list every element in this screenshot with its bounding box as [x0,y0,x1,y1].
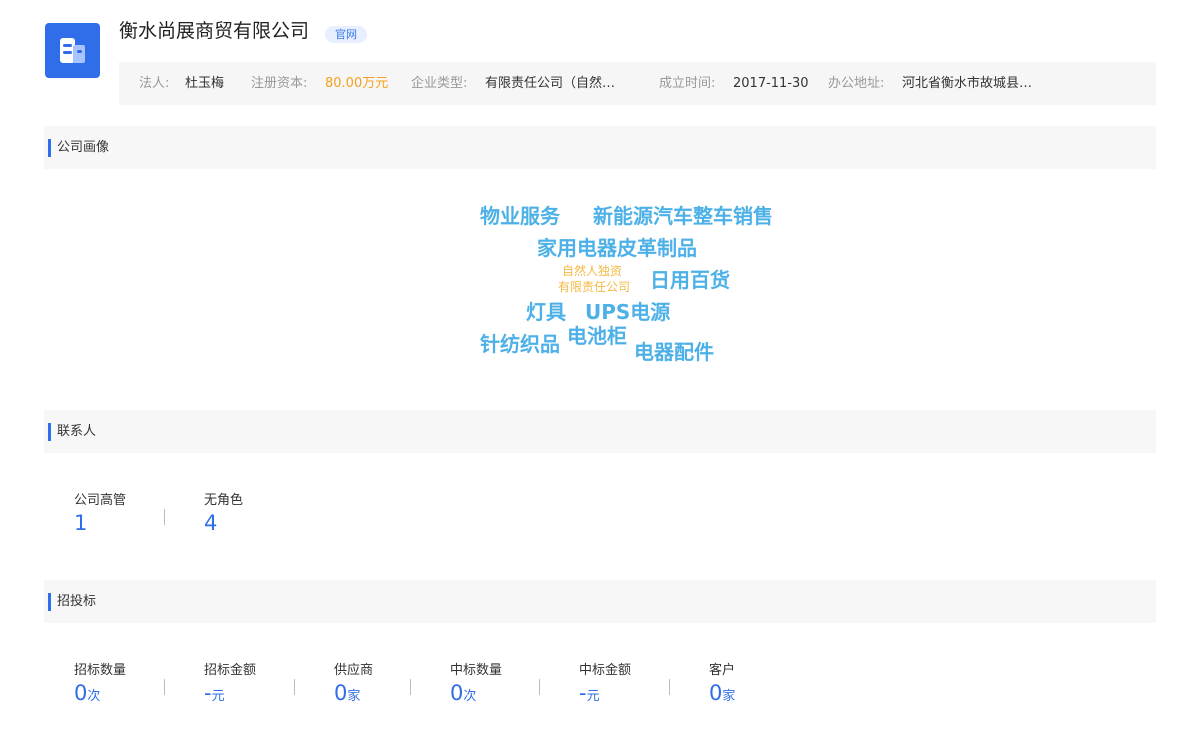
tender-count-stat[interactable]: 招标数量 0次 [74,663,126,711]
stat-value: -元 [579,681,600,705]
company-info-bar: 法人: 杜玉梅 注册资本: 80.00万元 企业类型: 有限责任公司（自然… 成… [119,62,1156,105]
building-icon [60,38,85,63]
word-cloud-term: 灯具 [526,300,566,324]
contacts-section-header: 联系人 [44,410,1156,453]
stat-label: 招标数量 [74,663,127,678]
executives-stat[interactable]: 公司高管 1 [74,493,126,537]
stat-label: 供应商 [334,663,374,678]
section-title: 招投标 [57,594,97,609]
bidding-section-header: 招投标 [44,580,1156,623]
stat-value: 0家 [334,681,361,705]
capital-label: 注册资本: [251,76,308,91]
stat-value: 0家 [709,681,736,705]
capital-value: 80.00万元 [325,76,389,91]
stat-divider [539,679,540,695]
legal-person-label: 法人: [139,76,170,91]
stat-value: 1 [74,511,88,535]
stat-label: 客户 [709,663,736,678]
word-cloud-term: 物业服务 [480,204,560,228]
founded-value: 2017-11-30 [733,76,809,91]
no-role-stat[interactable]: 无角色 4 [204,493,243,537]
stat-divider [164,509,165,525]
word-cloud-term: 有限责任公司 [558,280,631,294]
address-value: 河北省衡水市故城县… [902,76,1033,91]
customer-stat[interactable]: 客户 0家 [709,663,735,711]
portrait-section-header: 公司画像 [44,126,1156,169]
word-cloud-term: 日用百货 [650,268,730,292]
stat-label: 中标数量 [450,663,503,678]
word-cloud-term: 自然人独资 [562,264,623,278]
word-cloud-term: 针纺织品 [480,332,560,356]
section-title: 联系人 [57,424,97,439]
company-type-value: 有限责任公司（自然… [485,76,616,91]
stat-label: 公司高管 [74,493,127,508]
stat-divider [410,679,411,695]
legal-person-value[interactable]: 杜玉梅 [185,62,224,105]
tender-amount-stat[interactable]: 招标金额 -元 [204,663,256,711]
official-site-badge[interactable]: 官网 [325,26,367,43]
stat-divider [164,679,165,695]
bid-win-amount-stat[interactable]: 中标金额 -元 [579,663,631,711]
company-type-label: 企业类型: [411,76,468,91]
stat-value: -元 [204,681,225,705]
stat-label: 无角色 [204,493,244,508]
word-cloud-term: 电器配件 [634,340,714,364]
stat-divider [669,679,670,695]
section-title: 公司画像 [57,140,110,155]
stat-divider [294,679,295,695]
company-name: 衡水尚展商贸有限公司 [119,20,310,42]
word-cloud-term: 家用电器皮革制品 [537,236,697,260]
founded-label: 成立时间: [659,76,716,91]
supplier-stat[interactable]: 供应商 0家 [334,663,373,711]
stat-label: 招标金额 [204,663,257,678]
stat-value: 4 [204,511,218,535]
word-cloud-term: 新能源汽车整车销售 [593,204,773,228]
stat-label: 中标金额 [579,663,632,678]
address-label: 办公地址: [828,76,885,91]
word-cloud-term: 电池柜 [567,324,627,348]
bid-win-count-stat[interactable]: 中标数量 0次 [450,663,502,711]
company-logo [45,23,100,78]
stat-value: 0次 [74,681,101,705]
stat-value: 0次 [450,681,477,705]
